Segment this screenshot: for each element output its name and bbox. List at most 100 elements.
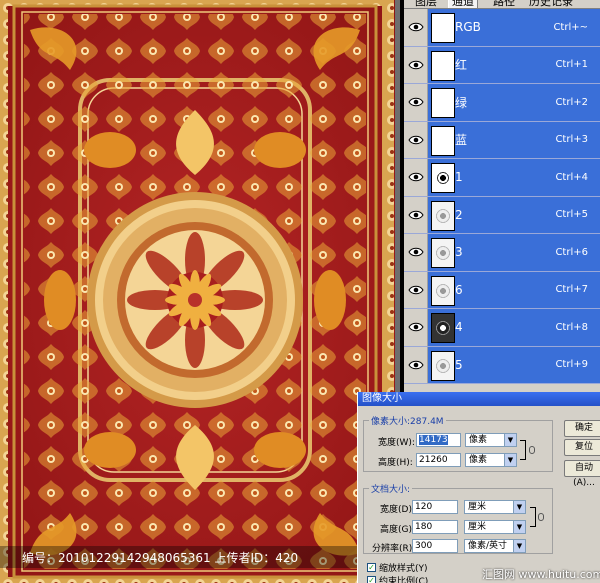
- eye-icon[interactable]: [404, 121, 428, 158]
- channel-row[interactable]: 1 Ctrl+4: [404, 159, 600, 197]
- eye-icon[interactable]: [404, 309, 428, 346]
- scale-styles-checkbox[interactable]: ✓ 缩放样式(Y): [367, 561, 428, 574]
- panel-tabs: 图层 通道 路径 历史记录: [404, 0, 600, 9]
- channel-name: 5: [455, 357, 463, 372]
- eye-icon[interactable]: [404, 46, 428, 83]
- watermark: 编号：20101229142948065361 上传者ID：420: [0, 546, 357, 583]
- resolution-unit-select[interactable]: 像素/英寸 ▼: [464, 539, 526, 553]
- link-bracket: [520, 440, 526, 460]
- eye-icon[interactable]: [404, 9, 428, 46]
- channel-name: 4: [455, 320, 463, 335]
- channel-shortcut: Ctrl+6: [555, 246, 588, 258]
- eye-icon[interactable]: [404, 346, 428, 383]
- channel-thumbnail: [431, 313, 455, 343]
- channel-row[interactable]: 绿 Ctrl+2: [404, 84, 600, 122]
- width-unit-select[interactable]: 像素 ▼: [465, 433, 517, 447]
- resolution-label: 分辨率(R):: [372, 544, 416, 554]
- check-icon: ✓: [367, 576, 376, 583]
- channel-thumbnail: [431, 238, 455, 268]
- doc-link-bracket: [530, 507, 536, 527]
- channel-row[interactable]: 4 Ctrl+8: [404, 309, 600, 347]
- chain-icon: [529, 446, 535, 454]
- doc-height-unit-select[interactable]: 厘米 ▼: [464, 520, 526, 534]
- tab-layers[interactable]: 图层: [412, 0, 440, 8]
- channel-row[interactable]: 蓝 Ctrl+3: [404, 121, 600, 159]
- eye-icon[interactable]: [404, 159, 428, 196]
- height-label: 高度(H):: [378, 458, 413, 468]
- channel-shortcut: Ctrl+~: [553, 21, 588, 33]
- channel-row[interactable]: 红 Ctrl+1: [404, 46, 600, 84]
- resolution-unit: 像素/英寸: [468, 541, 508, 551]
- channel-name: 蓝: [455, 133, 468, 148]
- width-unit: 像素: [469, 435, 488, 445]
- channel-thumbnail: [431, 275, 455, 306]
- channel-thumbnail: [431, 125, 455, 156]
- channel-name: 绿: [455, 95, 468, 110]
- ok-button[interactable]: 确定: [564, 420, 600, 437]
- scale-styles-label: 缩放样式(Y): [379, 564, 428, 574]
- dialog-title: 图像大小: [358, 392, 600, 406]
- auto-button[interactable]: 自动(A)...: [564, 460, 600, 488]
- watermark-code: 编号：20101229142948065361 上传者ID：420: [22, 551, 299, 565]
- chevron-down-icon: ▼: [513, 501, 525, 513]
- channel-name: 3: [455, 245, 463, 260]
- image-size-dialog: 图像大小 确定 复位 自动(A)... 像素大小:287.4M 宽度(W): 1…: [357, 392, 600, 583]
- reset-button[interactable]: 复位: [564, 439, 600, 456]
- carpet-image: [0, 0, 400, 583]
- channel-name: 红: [455, 58, 468, 73]
- channel-shortcut: Ctrl+3: [555, 134, 588, 146]
- channel-row[interactable]: 3 Ctrl+6: [404, 234, 600, 272]
- doc-width-label: 宽度(D):: [380, 505, 415, 515]
- doc-width-unit: 厘米: [468, 502, 487, 512]
- eye-icon[interactable]: [404, 271, 428, 308]
- channel-shortcut: Ctrl+9: [555, 359, 588, 371]
- site-watermark: 汇图网 www.huitu.com: [482, 568, 600, 581]
- channel-row[interactable]: 2 Ctrl+5: [404, 196, 600, 234]
- channel-shortcut: Ctrl+4: [555, 171, 588, 183]
- doc-width-unit-select[interactable]: 厘米 ▼: [464, 500, 526, 514]
- document-size-label: 文档大小:: [369, 482, 413, 495]
- chain-icon: [538, 513, 544, 521]
- doc-height-field[interactable]: 180: [412, 520, 458, 534]
- channel-name: RGB: [455, 20, 481, 35]
- resolution-field[interactable]: 300: [412, 539, 458, 553]
- chevron-down-icon: ▼: [513, 540, 525, 552]
- image-canvas[interactable]: [0, 0, 400, 583]
- channel-name: 1: [455, 170, 463, 185]
- channel-thumbnail: [431, 88, 455, 118]
- tab-channels[interactable]: 通道: [448, 0, 478, 8]
- doc-width-field[interactable]: 120: [412, 500, 458, 514]
- channel-shortcut: Ctrl+5: [555, 209, 588, 221]
- constrain-label: 约束比例(C): [379, 577, 429, 583]
- eye-icon[interactable]: [404, 84, 428, 121]
- pixel-dimensions-label: 像素大小:287.4M: [369, 414, 446, 427]
- channel-thumbnail: [431, 163, 455, 193]
- channel-row[interactable]: 6 Ctrl+7: [404, 271, 600, 309]
- chevron-down-icon: ▼: [504, 454, 516, 466]
- channel-name: 6: [455, 282, 463, 297]
- tab-history[interactable]: 历史记录: [526, 0, 576, 8]
- channel-thumbnail: [431, 50, 455, 81]
- chevron-down-icon: ▼: [513, 521, 525, 533]
- channel-row[interactable]: RGB Ctrl+~: [404, 9, 600, 47]
- width-field[interactable]: 14173: [416, 433, 461, 447]
- height-field[interactable]: 21260: [416, 453, 461, 467]
- channel-shortcut: Ctrl+1: [555, 59, 588, 71]
- channel-row[interactable]: 5 Ctrl+9: [404, 346, 600, 384]
- width-value: 14173: [419, 435, 448, 445]
- check-icon: ✓: [367, 563, 376, 572]
- eye-icon[interactable]: [404, 196, 428, 233]
- width-label: 宽度(W):: [378, 438, 415, 448]
- constrain-proportions-checkbox[interactable]: ✓ 约束比例(C): [367, 574, 428, 583]
- channels-panel: 图层 通道 路径 历史记录 RGB Ctrl+~ 红 Ctrl+1 绿 Ctrl+2 蓝 Ct…: [404, 0, 600, 392]
- tab-paths[interactable]: 路径: [490, 0, 518, 8]
- height-unit-select[interactable]: 像素 ▼: [465, 453, 517, 467]
- channel-shortcut: Ctrl+2: [555, 96, 588, 108]
- eye-icon[interactable]: [404, 234, 428, 271]
- doc-height-unit: 厘米: [468, 522, 487, 532]
- channel-thumbnail: [431, 200, 455, 231]
- channel-thumbnail: [431, 13, 455, 43]
- channel-shortcut: Ctrl+7: [555, 284, 588, 296]
- channel-thumbnail: [431, 350, 455, 381]
- height-unit: 像素: [469, 455, 488, 465]
